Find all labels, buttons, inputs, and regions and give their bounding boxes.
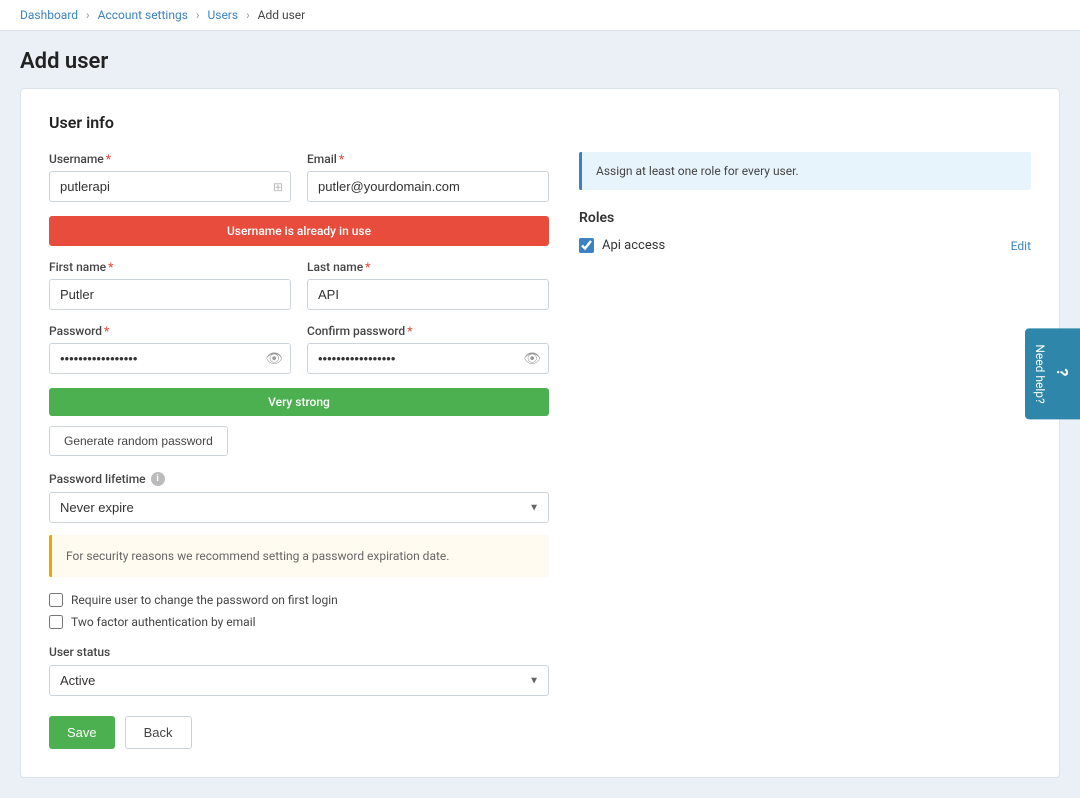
main-content: User info Username* ⊞ <box>0 88 1080 798</box>
user-status-select-wrapper: Active Inactive ▼ <box>49 665 549 696</box>
confirm-password-label: Confirm password* <box>307 324 549 338</box>
require-password-change-checkbox[interactable] <box>49 593 63 607</box>
password-row: Password* 👁 Confirm password* <box>49 324 549 374</box>
password-lifetime-select[interactable]: Never expire 30 days 60 days 90 days 180… <box>49 492 549 523</box>
confirm-password-input[interactable] <box>307 343 549 374</box>
username-input[interactable] <box>49 171 291 202</box>
password-warning-box: For security reasons we recommend settin… <box>49 535 549 577</box>
checkbox-group: Require user to change the password on f… <box>49 593 549 629</box>
role-edit-link[interactable]: Edit <box>1011 239 1031 253</box>
username-email-row: Username* ⊞ Email* <box>49 152 549 202</box>
generate-password-button[interactable]: Generate random password <box>49 426 228 456</box>
first-name-label: First name* <box>49 260 291 274</box>
page-header: Add user <box>0 31 1080 88</box>
first-name-group: First name* <box>49 260 291 310</box>
breadcrumb-account-settings[interactable]: Account settings <box>98 8 188 22</box>
confirm-password-eye-icon[interactable]: 👁 <box>523 351 541 367</box>
name-row: First name* Last name* <box>49 260 549 310</box>
confirm-password-input-wrapper: 👁 <box>307 343 549 374</box>
password-eye-icon[interactable]: 👁 <box>265 351 283 367</box>
password-lifetime-label: Password lifetime i <box>49 472 549 486</box>
breadcrumb-sep-1: › <box>86 8 90 22</box>
username-error-banner: Username is already in use <box>49 216 549 246</box>
password-lifetime-info-icon[interactable]: i <box>151 472 165 486</box>
user-status-label: User status <box>49 645 549 659</box>
username-action-icon[interactable]: ⊞ <box>273 180 283 194</box>
back-button[interactable]: Back <box>125 716 192 749</box>
require-password-change-label: Require user to change the password on f… <box>71 593 338 607</box>
user-info-card: User info Username* ⊞ <box>20 88 1060 778</box>
breadcrumb-current: Add user <box>258 8 306 22</box>
two-factor-auth-checkbox-item[interactable]: Two factor authentication by email <box>49 615 549 629</box>
help-label: Need help? <box>1033 344 1047 403</box>
last-name-group: Last name* <box>307 260 549 310</box>
form-layout: Username* ⊞ Email* <box>49 152 1031 749</box>
password-input-wrapper: 👁 <box>49 343 291 374</box>
help-button[interactable]: ? Need help? <box>1025 328 1080 419</box>
role-item-left: Api access <box>579 238 665 253</box>
form-left: Username* ⊞ Email* <box>49 152 549 749</box>
username-label: Username* <box>49 152 291 166</box>
last-name-input[interactable] <box>307 279 549 310</box>
username-group: Username* ⊞ <box>49 152 291 202</box>
last-name-label: Last name* <box>307 260 549 274</box>
breadcrumb-sep-2: › <box>196 8 200 22</box>
password-lifetime-select-wrapper: Never expire 30 days 60 days 90 days 180… <box>49 492 549 523</box>
help-question-icon: ? <box>1053 368 1072 376</box>
password-strength-bar: Very strong <box>49 388 549 416</box>
email-label: Email* <box>307 152 549 166</box>
email-input[interactable] <box>307 171 549 202</box>
user-status-select[interactable]: Active Inactive <box>49 665 549 696</box>
password-label: Password* <box>49 324 291 338</box>
card-title: User info <box>49 113 1031 132</box>
require-password-change-checkbox-item[interactable]: Require user to change the password on f… <box>49 593 549 607</box>
first-name-input[interactable] <box>49 279 291 310</box>
breadcrumb: Dashboard › Account settings › Users › A… <box>0 0 1080 31</box>
api-access-checkbox[interactable] <box>579 238 594 253</box>
breadcrumb-dashboard[interactable]: Dashboard <box>20 8 78 22</box>
password-group: Password* 👁 <box>49 324 291 374</box>
password-input[interactable] <box>49 343 291 374</box>
role-item-api-access: Api access Edit <box>579 238 1031 253</box>
user-status-section: User status Active Inactive ▼ <box>49 645 549 696</box>
save-button[interactable]: Save <box>49 716 115 749</box>
two-factor-auth-checkbox[interactable] <box>49 615 63 629</box>
two-factor-auth-label: Two factor authentication by email <box>71 615 256 629</box>
api-access-label: Api access <box>602 238 665 253</box>
username-input-wrapper: ⊞ <box>49 171 291 202</box>
form-right: Assign at least one role for every user.… <box>579 152 1031 749</box>
breadcrumb-sep-3: › <box>246 8 250 22</box>
page-title: Add user <box>20 49 1060 74</box>
confirm-password-group: Confirm password* 👁 <box>307 324 549 374</box>
breadcrumb-users[interactable]: Users <box>207 8 238 22</box>
email-group: Email* <box>307 152 549 202</box>
button-row: Save Back <box>49 716 549 749</box>
roles-section-title: Roles <box>579 210 1031 226</box>
roles-info-banner: Assign at least one role for every user. <box>579 152 1031 190</box>
